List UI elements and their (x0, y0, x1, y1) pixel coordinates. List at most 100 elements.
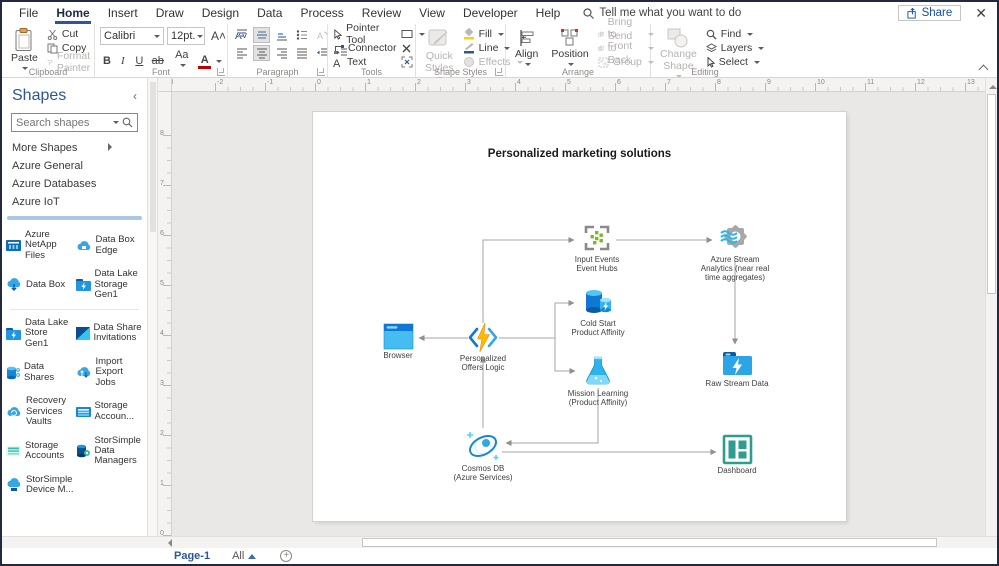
node-browser[interactable]: Browser (353, 323, 443, 360)
align-right-button[interactable] (273, 45, 290, 61)
strikethrough-button[interactable]: ab (149, 54, 166, 68)
collapse-panel-icon[interactable]: ‹ (133, 89, 137, 103)
raw-stream-data-icon (722, 352, 752, 375)
shape-data-shares[interactable]: Data Shares (6, 357, 74, 388)
search-icon[interactable] (122, 117, 133, 128)
event-hubs-icon (584, 225, 610, 251)
select-icon (707, 56, 715, 68)
stencil-azure-general[interactable]: Azure General (2, 157, 147, 175)
text-icon: A (333, 58, 341, 68)
pointer-tool-button[interactable]: Pointer Tool (333, 22, 396, 46)
font-size-select[interactable]: 12pt. (167, 27, 205, 45)
share-button[interactable]: Share (897, 5, 962, 21)
align-bottom-button[interactable] (273, 27, 290, 43)
scroll-left-arrow[interactable] (164, 538, 172, 547)
horizontal-scroll-thumb[interactable] (362, 538, 937, 547)
align-icon (520, 30, 534, 46)
shape-data-box[interactable]: Data Box (6, 269, 74, 300)
canvas-area: -3-2-1012345678910111213 876543210 Perso… (158, 78, 997, 536)
bold-button[interactable]: B (100, 54, 113, 68)
find-button[interactable]: Find (706, 28, 765, 40)
menu-view[interactable]: View (410, 4, 454, 23)
shape-data-box-edge[interactable]: Data Box Edge (76, 230, 144, 261)
menu-review[interactable]: Review (353, 4, 410, 23)
menu-home[interactable]: Home (47, 4, 98, 24)
group-icon (598, 57, 609, 67)
all-pages-toggle[interactable]: All (232, 550, 257, 562)
menu-data[interactable]: Data (248, 4, 291, 23)
search-caret[interactable] (113, 121, 119, 127)
menu-insert[interactable]: Insert (99, 4, 147, 23)
cut-button[interactable]: Cut (47, 28, 95, 40)
align-button[interactable]: Align (511, 27, 542, 70)
shape-recovery-services-vaults[interactable]: Recovery Services Vaults (6, 395, 74, 427)
stencil-azure-iot[interactable]: Azure IoT (2, 193, 147, 211)
align-center-button[interactable] (253, 45, 270, 61)
shape-storage-accoun[interactable]: Storage Accoun... (75, 396, 144, 427)
shape-storsimple-device-m[interactable]: StorSimple Device M... (6, 474, 74, 496)
vertical-scroll-thumb[interactable] (987, 94, 996, 294)
bullets-button[interactable] (293, 27, 310, 43)
horizontal-scrollbar[interactable] (2, 536, 997, 548)
paragraph-dialog-launcher[interactable] (317, 68, 325, 76)
node-stream-analytics[interactable]: Azure Stream Analytics (near real time a… (690, 221, 780, 282)
font-dialog-launcher[interactable] (217, 68, 225, 76)
font-family-select[interactable]: Calibri (100, 27, 164, 45)
menu-design[interactable]: Design (193, 4, 248, 23)
shape-azure-netapp-files[interactable]: Azure NetApp Files (6, 229, 74, 261)
panel-scrollbar[interactable] (148, 78, 158, 536)
menu-help[interactable]: Help (527, 4, 570, 23)
shape-data-lake-storage-gen1[interactable]: Data Lake Storage Gen1 (75, 269, 144, 300)
underline-button[interactable]: U (132, 54, 145, 68)
shape-storage-accounts[interactable]: Storage Accounts (6, 436, 74, 467)
shape-data-lake-store-gen1[interactable]: Data Lake Store Gen1 (6, 317, 74, 349)
node-mission-learning[interactable]: Mission Learning (Product Affinity) (553, 354, 643, 407)
dashboard-icon (722, 434, 752, 465)
layers-button[interactable]: Layers (705, 42, 765, 54)
scroll-up-arrow[interactable] (989, 81, 997, 89)
italic-button[interactable]: I (116, 54, 129, 68)
node-offers-logic[interactable]: Personalized Offers Logic (438, 322, 528, 372)
stencil-azure-databases[interactable]: Azure Databases (2, 175, 147, 193)
align-middle-button[interactable] (253, 27, 270, 43)
justify-button[interactable] (293, 45, 310, 61)
node-dashboard[interactable]: Dashboard (692, 434, 782, 475)
fill-icon (463, 28, 474, 40)
paste-icon (15, 28, 32, 51)
node-cosmos-db[interactable]: Cosmos DB (Azure Services) (438, 429, 528, 482)
align-top-button[interactable] (233, 27, 250, 43)
svg-text:A: A (317, 31, 323, 41)
menu-file[interactable]: File (10, 4, 47, 23)
shapes-search-box[interactable] (11, 113, 138, 132)
node-cold-start[interactable]: Cold Start Product Affinity (553, 287, 643, 337)
new-page-button[interactable]: + (280, 550, 293, 562)
drawing-viewport[interactable]: Personalized marketing solutions Input E… (172, 92, 997, 536)
shape-import-export-jobs[interactable]: Import Export Jobs (76, 356, 144, 388)
group-font: Calibri 12pt. A˄ A˅ B I U ab Aa A Font (95, 24, 248, 77)
node-event-hubs[interactable]: Input Events Event Hubs (552, 223, 642, 273)
font-color-caret[interactable] (216, 59, 223, 66)
grow-font-button[interactable]: A˄ (208, 28, 229, 44)
send-to-back-button[interactable]: Send to Back (597, 30, 654, 66)
align-left-button[interactable] (233, 45, 250, 61)
recovery-services-icon (7, 406, 21, 416)
position-button[interactable]: Position (547, 27, 592, 70)
node-raw-stream[interactable]: Raw Stream Data (692, 349, 782, 388)
vertical-scrollbar[interactable] (985, 78, 997, 536)
drawing-page[interactable]: Personalized marketing solutions Input E… (313, 112, 846, 521)
shape-data-share-invitations[interactable]: Data Share Invitations (75, 318, 144, 349)
menu-process[interactable]: Process (291, 4, 352, 23)
page-tab[interactable]: Page-1 (174, 550, 210, 562)
machine-learning-flask-icon (586, 356, 610, 385)
connector-tool-button[interactable]: Connector (333, 42, 396, 54)
collapse-ribbon-chevron[interactable] (978, 64, 989, 75)
search-shapes-input[interactable] (16, 116, 108, 129)
menu-draw[interactable]: Draw (147, 4, 193, 23)
stencil-more-shapes[interactable]: More Shapes (2, 139, 147, 157)
stencil-scroll-indicator[interactable] (7, 216, 142, 220)
close-icon[interactable]: ✕ (975, 6, 987, 20)
shape-storsimple-data-managers[interactable]: StorSimple Data Managers (76, 435, 144, 467)
shape-styles-dialog-launcher[interactable] (495, 68, 503, 76)
menu-developer[interactable]: Developer (454, 4, 527, 23)
ruler-vertical: 876543210 (158, 92, 172, 536)
